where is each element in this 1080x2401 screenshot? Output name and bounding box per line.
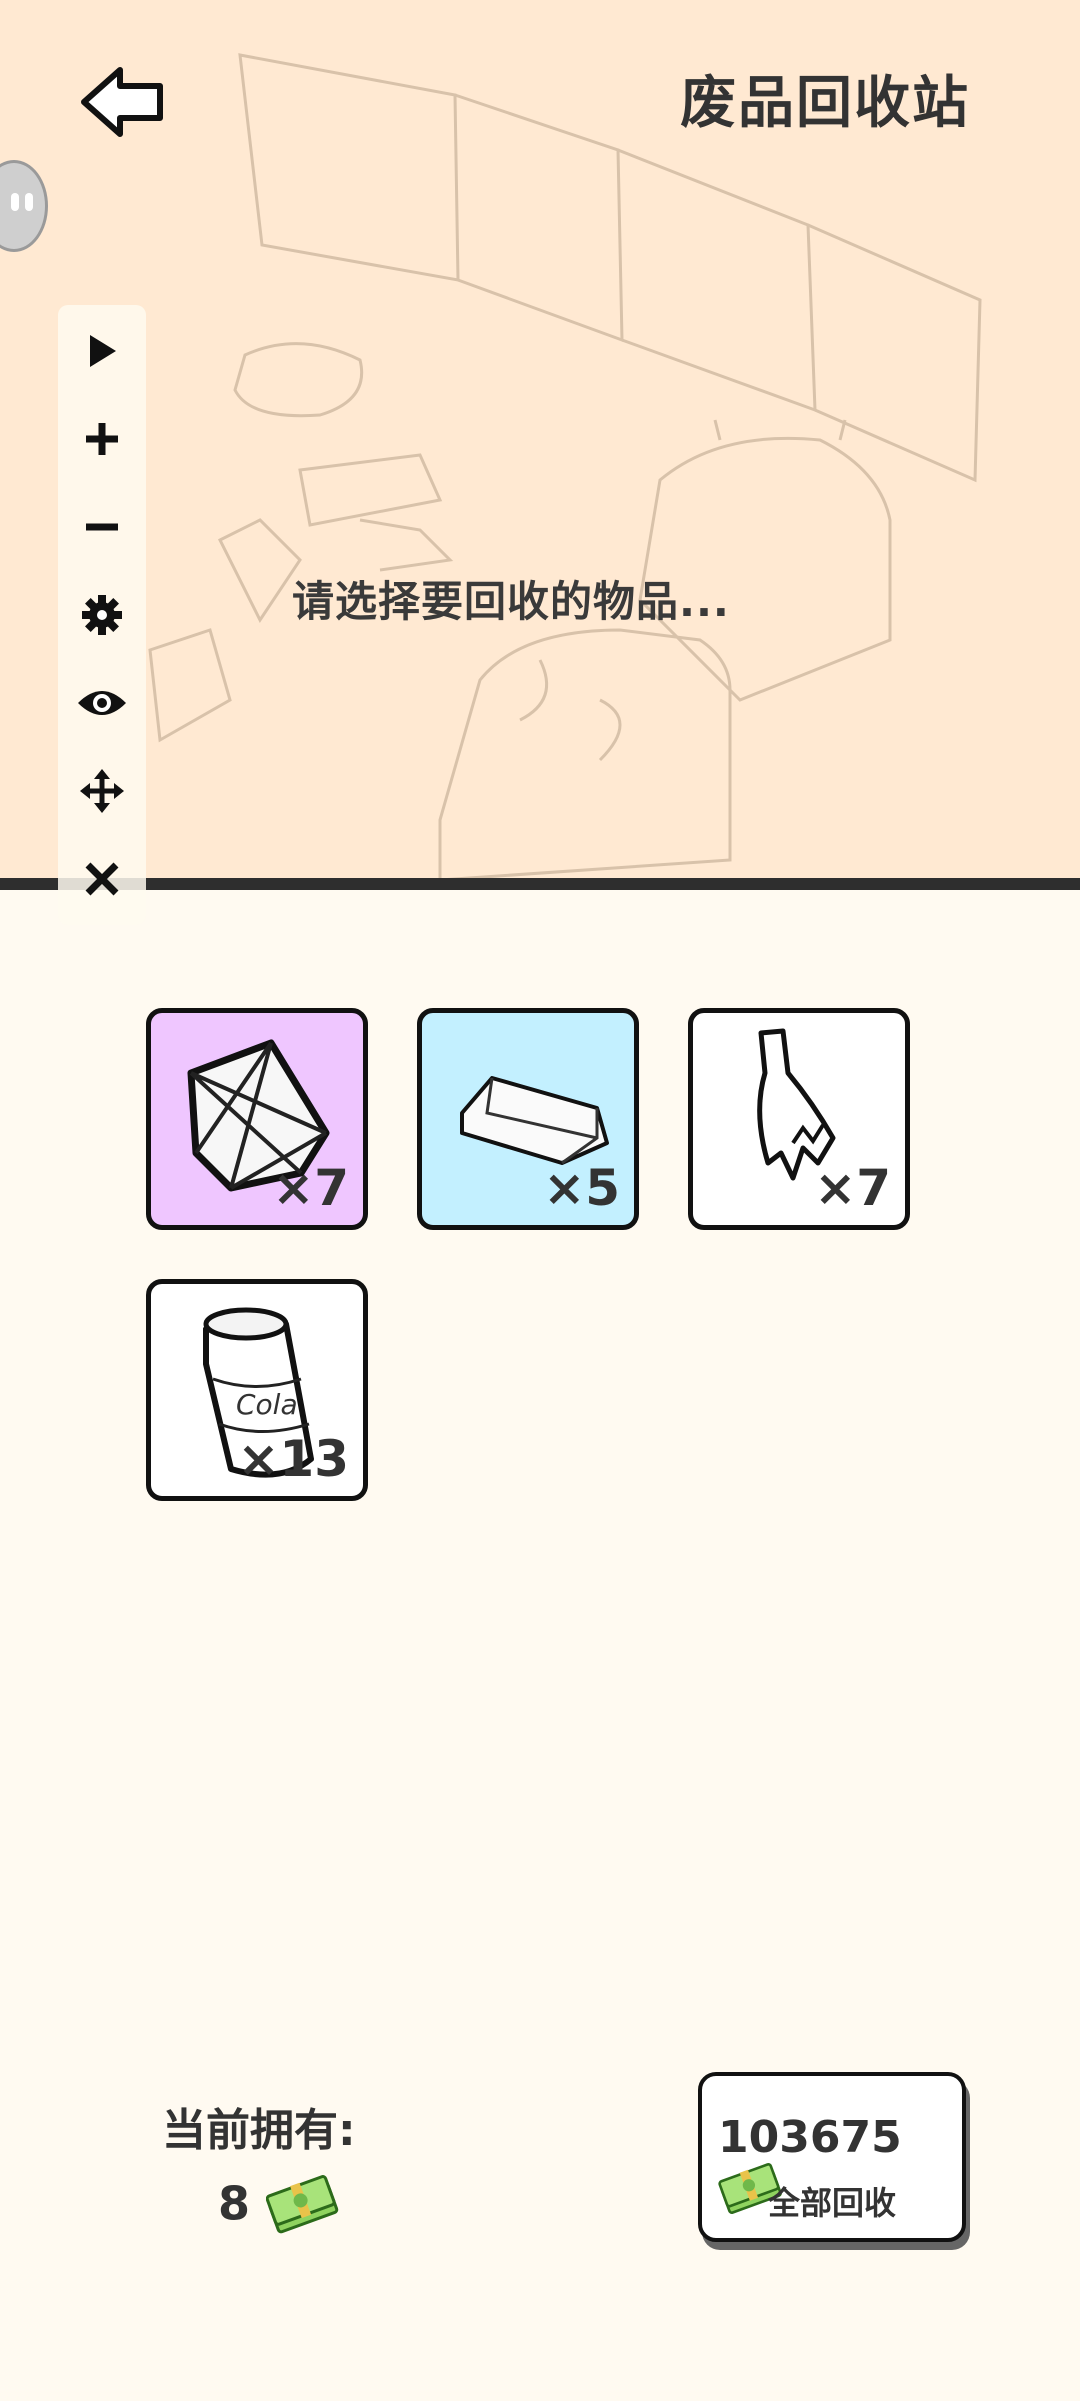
back-arrow-icon[interactable] <box>78 64 168 140</box>
divider <box>0 878 1080 890</box>
owned-label: 当前拥有: <box>162 2105 356 2156</box>
svg-text:Cola: Cola <box>236 1388 298 1421</box>
recycle-all-button[interactable]: 103675 全部回收 <box>698 2072 966 2242</box>
item-count: ×7 <box>814 1159 891 1217</box>
item-silver-bar[interactable]: ×5 <box>417 1008 639 1230</box>
page-title: 废品回收站 <box>680 71 970 136</box>
selection-prompt: 请选择要回收的物品... <box>292 577 730 626</box>
minus-icon[interactable] <box>76 501 128 553</box>
close-icon[interactable] <box>76 853 128 905</box>
recycle-all-label: 全部回收 <box>767 2184 896 2222</box>
item-cola-can[interactable]: Cola ×13 <box>146 1279 368 1501</box>
item-count: ×7 <box>272 1159 349 1217</box>
item-diamond[interactable]: ×7 <box>146 1008 368 1230</box>
move-icon[interactable] <box>76 765 128 817</box>
cash-icon <box>266 2175 339 2234</box>
gear-icon[interactable] <box>76 589 128 641</box>
owned-amount: 8 <box>218 2175 340 2239</box>
owned-amount-value: 8 <box>218 2176 251 2231</box>
floating-toolbar <box>58 305 146 925</box>
item-count: ×5 <box>543 1159 620 1217</box>
item-count: ×13 <box>237 1430 349 1488</box>
scene-area: 废品回收站 请选择要回收的物品... <box>0 0 1080 880</box>
eye-icon[interactable] <box>76 677 128 729</box>
item-broken-bottle[interactable]: ×7 <box>688 1008 910 1230</box>
plus-icon[interactable] <box>76 413 128 465</box>
recycle-all-value: 103675 <box>718 2112 902 2163</box>
play-icon[interactable] <box>76 325 128 377</box>
